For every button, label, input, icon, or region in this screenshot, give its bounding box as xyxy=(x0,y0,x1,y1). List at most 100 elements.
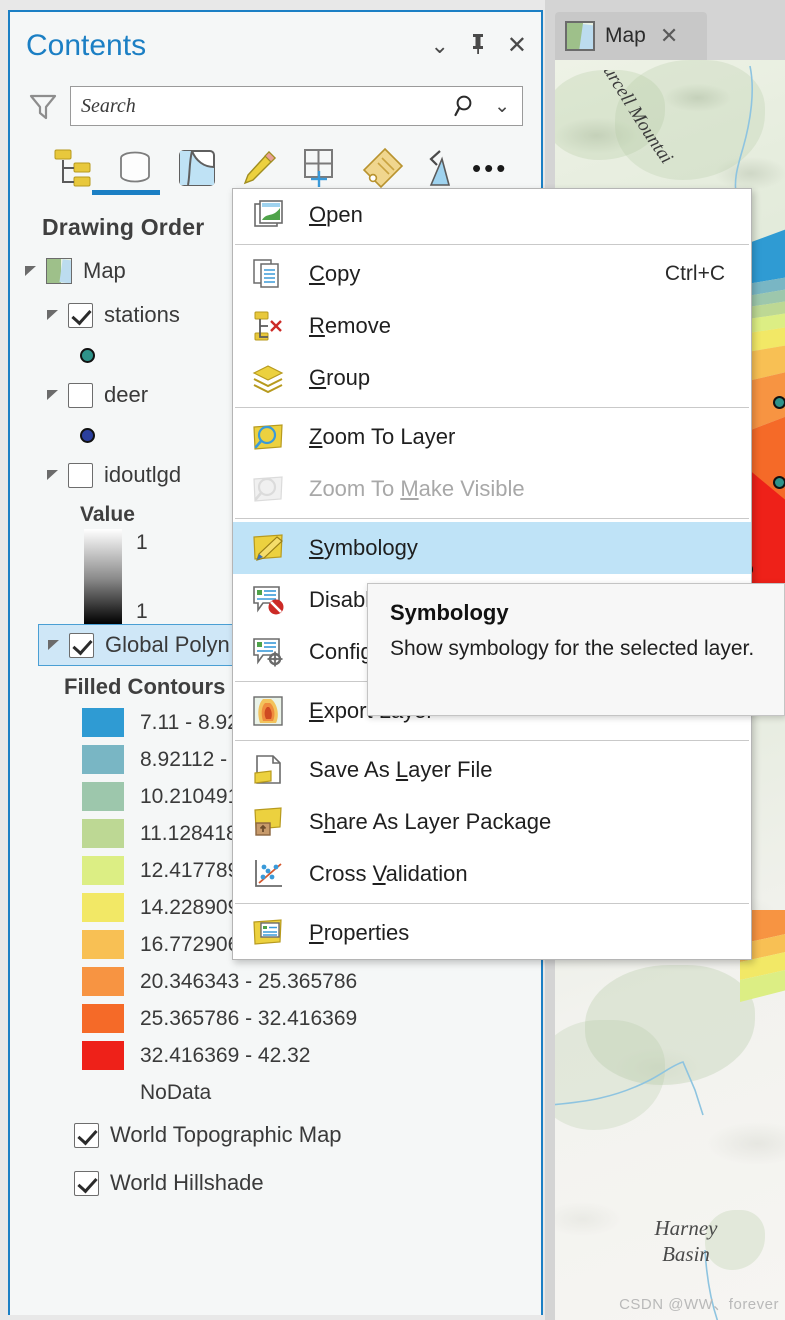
map-tab-label: Map xyxy=(605,24,646,47)
harney-basin-label: Harney Basin xyxy=(611,1215,761,1268)
layer-visibility-checkbox[interactable] xyxy=(69,632,94,658)
menu-label-cross-validation: Cross Validation xyxy=(309,861,468,886)
toc-label-global-polynomial: Global Polyn xyxy=(105,632,230,657)
toc-label-world-topographic-map: World Topographic Map xyxy=(110,1122,342,1147)
expander-icon[interactable] xyxy=(42,384,64,406)
legend-row: 20.346343 - 25.365786 xyxy=(20,963,541,1000)
more-options-icon[interactable]: ••• xyxy=(472,153,508,184)
menu-label-group: Group xyxy=(309,365,371,390)
list-by-labeling-icon[interactable] xyxy=(360,145,406,191)
layer-visibility-checkbox[interactable] xyxy=(74,1122,99,1148)
legend-swatch xyxy=(82,856,124,885)
expander-icon[interactable] xyxy=(20,260,42,282)
gray-gradient-ramp xyxy=(84,529,122,624)
expander-icon[interactable] xyxy=(42,304,64,326)
menu-item-save-as-layer-file[interactable]: Save As Layer File xyxy=(233,744,751,796)
toc-label-idoutlgd: idoutlgd xyxy=(104,462,182,487)
pin-glyph xyxy=(472,34,483,54)
legend-label: 8.92112 - xyxy=(140,747,228,771)
properties-icon xyxy=(251,916,285,950)
chevron-down-icon[interactable]: ⌄ xyxy=(430,35,448,57)
disable-popups-icon xyxy=(251,583,285,617)
legend-label: 7.11 - 8.92 xyxy=(140,710,239,734)
watermark: CSDN @WW、forever xyxy=(619,1296,779,1313)
legend-swatch xyxy=(82,930,124,959)
zoom-to-layer-icon xyxy=(251,420,285,454)
toc-row-world-topographic-map[interactable]: World Topographic Map xyxy=(20,1111,541,1159)
menu-separator xyxy=(235,903,749,904)
menu-item-zoom-to-make-visible: Zoom To Make Visible xyxy=(233,463,751,515)
station-point xyxy=(773,476,785,489)
legend-row-nodata: NoData xyxy=(20,1074,541,1111)
menu-label-zoom-to-layer: Zoom To Layer xyxy=(309,424,456,449)
toc-label-stations: stations xyxy=(104,302,180,327)
ramp-labels: 1 1 xyxy=(136,529,148,624)
menu-item-properties[interactable]: Properties xyxy=(233,907,751,959)
menu-label-zoom-to-make-visible: Zoom To Make Visible xyxy=(309,476,525,501)
tooltip-body: Show symbology for the selected layer. xyxy=(390,637,755,660)
layer-context-menu: Open Copy Ctrl+C Remove Group Zoom To La… xyxy=(232,188,752,960)
menu-item-symbology[interactable]: Symbology xyxy=(233,522,751,574)
search-box[interactable]: ⌄ xyxy=(70,86,523,126)
tooltip-title: Symbology xyxy=(390,600,509,625)
point-symbol xyxy=(80,427,95,443)
layer-visibility-checkbox[interactable] xyxy=(68,302,93,328)
configure-popups-icon xyxy=(251,635,285,669)
pane-header: Contents ⌄ ✕ xyxy=(10,12,541,80)
map-tabstrip: Map ✕ xyxy=(545,0,785,60)
filter-icon[interactable] xyxy=(28,91,58,121)
legend-row: 25.365786 - 32.416369 xyxy=(20,1000,541,1037)
chevron-down-icon[interactable]: ⌄ xyxy=(494,95,510,118)
menu-separator xyxy=(235,407,749,408)
menu-separator xyxy=(235,518,749,519)
tab-map[interactable]: Map ✕ xyxy=(555,12,707,60)
legend-swatch xyxy=(82,819,124,848)
list-by-drawing-order-icon[interactable] xyxy=(50,145,160,195)
toc-row-world-hillshade[interactable]: World Hillshade xyxy=(20,1159,541,1207)
list-by-diagram-icon[interactable] xyxy=(422,145,452,191)
menu-label-properties: Properties xyxy=(309,920,410,945)
list-by-data-source-icon[interactable] xyxy=(112,145,158,191)
legend-label: 25.365786 - 32.416369 xyxy=(140,1006,358,1030)
close-icon[interactable]: ✕ xyxy=(507,34,527,58)
legend-swatch xyxy=(82,967,124,996)
list-by-selection-icon[interactable] xyxy=(174,145,220,191)
toc-label-map: Map xyxy=(83,258,126,283)
legend-label: 11.128418 xyxy=(140,821,238,845)
page-title: Contents xyxy=(26,29,147,62)
menu-item-open[interactable]: Open xyxy=(233,189,751,241)
toc-row-global-polynomial[interactable]: Global Polyn xyxy=(38,624,243,666)
list-by-editing-icon[interactable] xyxy=(236,145,282,191)
layer-visibility-checkbox[interactable] xyxy=(68,382,93,408)
symbology-tooltip: Symbology Show symbology for the selecte… xyxy=(367,583,785,716)
menu-item-group[interactable]: Group xyxy=(233,352,751,404)
menu-accelerator-copy: Ctrl+C xyxy=(664,262,725,285)
harney-line-2: Basin xyxy=(662,1242,710,1267)
expander-icon[interactable] xyxy=(43,634,65,656)
menu-label-share-as-layer-package: Share As Layer Package xyxy=(309,809,552,834)
menu-item-copy[interactable]: Copy Ctrl+C xyxy=(233,248,751,300)
layer-visibility-checkbox[interactable] xyxy=(74,1170,99,1196)
legend-label: 12.417789 xyxy=(140,858,240,882)
copy-icon xyxy=(251,257,285,291)
menu-item-share-as-layer-package[interactable]: Share As Layer Package xyxy=(233,796,751,848)
menu-label-remove: Remove xyxy=(309,313,391,338)
menu-item-remove[interactable]: Remove xyxy=(233,300,751,352)
menu-separator xyxy=(235,244,749,245)
pane-header-buttons: ⌄ ✕ xyxy=(430,12,527,80)
menu-item-zoom-to-layer[interactable]: Zoom To Layer xyxy=(233,411,751,463)
pin-icon[interactable] xyxy=(469,33,487,59)
expander-icon[interactable] xyxy=(42,464,64,486)
close-icon[interactable]: ✕ xyxy=(660,25,678,47)
list-by-snapping-icon[interactable] xyxy=(298,145,344,191)
toc-label-deer: deer xyxy=(104,382,149,407)
legend-label: 20.346343 - 25.365786 xyxy=(140,969,358,993)
save-layer-file-icon xyxy=(251,753,285,787)
legend-row: 32.416369 - 42.32 xyxy=(20,1037,541,1074)
legend-label: 32.416369 - 42.32 xyxy=(140,1043,311,1067)
layer-visibility-checkbox[interactable] xyxy=(68,462,93,488)
legend-swatch xyxy=(82,708,124,737)
legend-swatch xyxy=(82,745,124,774)
menu-item-cross-validation[interactable]: Cross Validation xyxy=(233,848,751,900)
search-icon[interactable] xyxy=(454,94,478,123)
